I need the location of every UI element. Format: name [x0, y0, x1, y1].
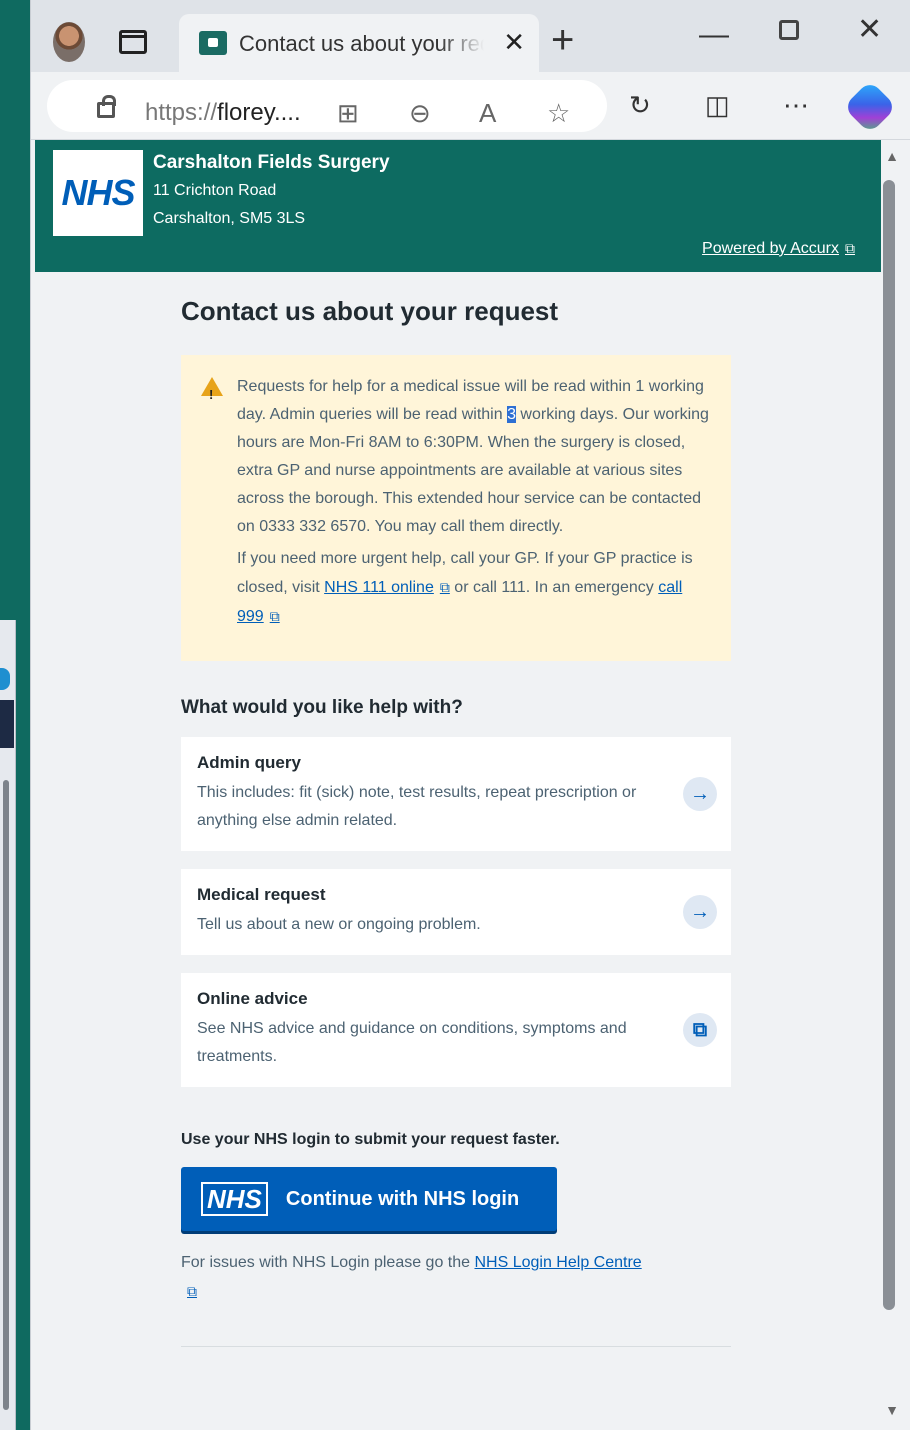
tab-title: Contact us about your request — [239, 31, 484, 56]
nhs-logo-text: NHS — [61, 172, 135, 213]
arrow-right-icon[interactable]: → — [683, 777, 717, 811]
option-title: Admin query — [197, 753, 301, 772]
app-available-icon[interactable]: ⊞ — [337, 98, 359, 129]
url-protocol: https:// — [145, 99, 218, 126]
selected-text: 3 — [507, 406, 516, 423]
help-text: For issues with NHS Login please go the — [181, 1254, 475, 1271]
practice-header: NHS Carshalton Fields Surgery 11 Crichto… — [35, 140, 881, 272]
option-title: Medical request — [197, 885, 326, 904]
lock-icon[interactable] — [97, 95, 116, 118]
tab-bar: Contact us about your request ✕ + — ✕ — [31, 0, 910, 72]
active-tab[interactable]: Contact us about your request ✕ — [179, 14, 539, 72]
extensions-icon[interactable]: ↻ — [629, 90, 651, 121]
background-window — [0, 620, 16, 1430]
scrollbar-thumb[interactable] — [883, 180, 895, 1310]
powered-by-link[interactable]: Powered by Accurx ⧉ — [702, 240, 855, 258]
main-content: Contact us about your request Requests f… — [181, 272, 731, 1347]
split-screen-icon[interactable]: ◫ — [705, 90, 730, 121]
background-icon — [0, 668, 10, 690]
practice-name: Carshalton Fields Surgery — [153, 152, 390, 173]
powered-by-text: Powered by Accurx — [702, 240, 839, 257]
option-description: This includes: fit (sick) note, test res… — [197, 784, 637, 829]
nhs-login-logo: NHS — [201, 1182, 268, 1216]
nhs-login-button-label: Continue with NHS login — [285, 1187, 520, 1210]
nhs-login-help-text: For issues with NHS Login please go the … — [181, 1249, 731, 1306]
nhs-111-link[interactable]: NHS 111 online — [324, 579, 434, 596]
url-host: florey.... — [217, 99, 301, 126]
favorite-icon[interactable]: ☆ — [547, 98, 570, 129]
practice-address-line1: 11 Crichton Road — [153, 182, 277, 199]
notice-text: working days. Our working hours are Mon-… — [237, 406, 709, 535]
option-title: Online advice — [197, 989, 308, 1008]
read-aloud-icon[interactable]: A — [479, 98, 496, 129]
external-link-icon[interactable]: ⧉ — [187, 1283, 197, 1299]
scroll-up-arrow-icon[interactable]: ▲ — [881, 148, 903, 164]
browser-window: Contact us about your request ✕ + — ✕ ht… — [30, 0, 910, 1430]
url-text[interactable]: https://florey.... — [145, 99, 301, 127]
close-tab-icon[interactable]: ✕ — [503, 27, 525, 58]
warning-notice: Requests for help for a medical issue wi… — [181, 355, 731, 661]
external-link-icon[interactable]: ⧉ — [683, 1013, 717, 1047]
arrow-right-icon[interactable]: → — [683, 895, 717, 929]
nhs-login-help-centre-link[interactable]: NHS Login Help Centre — [474, 1254, 641, 1271]
external-link-icon[interactable]: ⧉ — [270, 608, 280, 624]
maximize-icon[interactable] — [779, 20, 799, 40]
continue-with-nhs-login-button[interactable]: NHS Continue with NHS login — [181, 1167, 557, 1231]
nhs-login-prompt: Use your NHS login to submit your reques… — [181, 1131, 560, 1148]
profile-avatar[interactable] — [53, 22, 85, 62]
copilot-icon[interactable] — [843, 80, 897, 134]
divider — [181, 1346, 731, 1347]
option-description: Tell us about a new or ongoing problem. — [197, 916, 481, 933]
external-link-icon: ⧉ — [845, 240, 855, 256]
option-medical-request[interactable]: Medical request Tell us about a new or o… — [181, 869, 731, 955]
scroll-down-arrow-icon[interactable]: ▼ — [881, 1402, 903, 1418]
option-description: See NHS advice and guidance on condition… — [197, 1020, 627, 1065]
warning-icon — [201, 377, 223, 409]
page-viewport: NHS Carshalton Fields Surgery 11 Crichto… — [35, 140, 881, 1430]
address-bar[interactable]: https://florey.... ⊞ ⊖ A ☆ — [47, 80, 607, 132]
page-title: Contact us about your request — [181, 296, 559, 326]
notice-text: or call 111. In an emergency — [449, 579, 659, 596]
browser-toolbar: https://florey.... ⊞ ⊖ A ☆ ↻ ◫ ⋯ — [31, 72, 910, 140]
favicon-icon — [199, 31, 227, 55]
tab-actions-icon[interactable] — [119, 30, 147, 54]
nhs-logo: NHS — [53, 150, 143, 236]
minimize-icon[interactable]: — — [699, 18, 729, 52]
external-link-icon[interactable]: ⧉ — [440, 579, 450, 595]
notice-paragraph-2: If you need more urgent help, call your … — [237, 545, 709, 631]
close-window-icon[interactable]: ✕ — [857, 12, 882, 47]
practice-address-line2: Carshalton, SM5 3LS — [153, 210, 306, 227]
more-icon[interactable]: ⋯ — [783, 90, 809, 121]
background-scrollbar — [3, 780, 9, 1410]
option-admin-query[interactable]: Admin query This includes: fit (sick) no… — [181, 737, 731, 851]
option-online-advice[interactable]: Online advice See NHS advice and guidanc… — [181, 973, 731, 1087]
background-panel — [0, 700, 14, 748]
help-question: What would you like help with? — [181, 697, 463, 718]
notice-paragraph-1: Requests for help for a medical issue wi… — [237, 373, 709, 541]
new-tab-plus-icon[interactable]: + — [551, 20, 574, 60]
zoom-icon[interactable]: ⊖ — [409, 98, 431, 129]
